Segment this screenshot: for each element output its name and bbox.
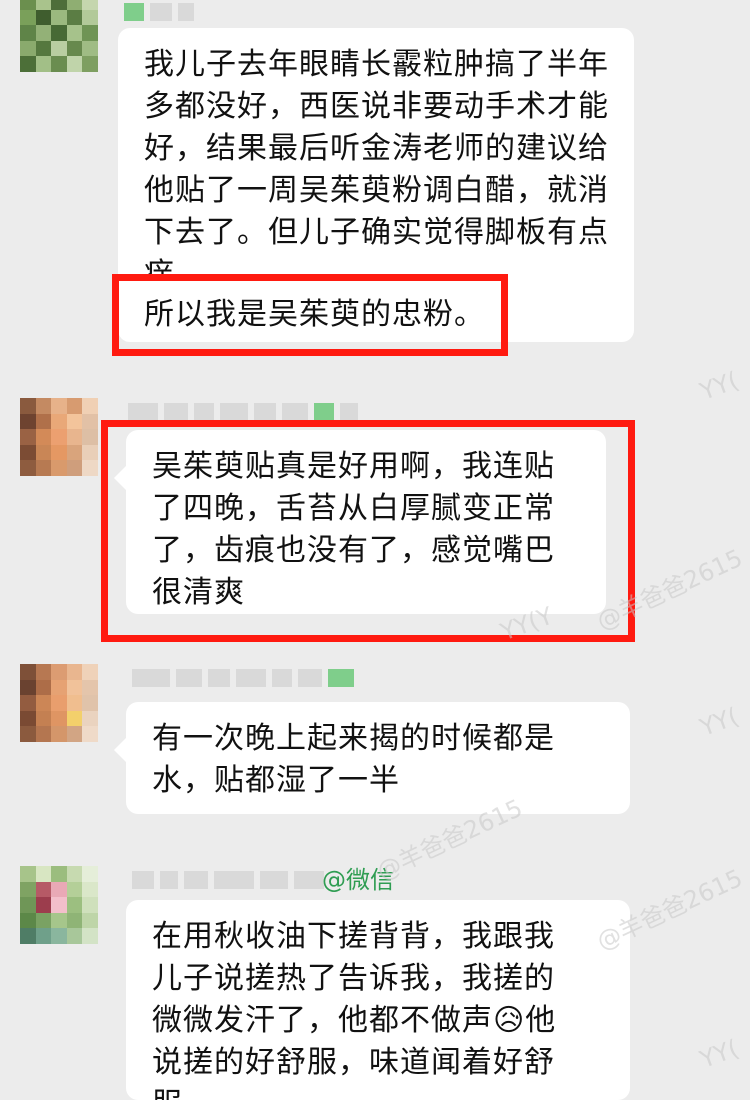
message-line: 说搓的好舒服，味道闻着好舒 <box>152 1045 555 1080</box>
sender-name-blurred <box>124 2 194 22</box>
message-line: 微微发汗了，他都不做声😥他 <box>152 1003 557 1038</box>
message-line: 他贴了一周吴茱萸粉调白醋，就消 <box>144 173 609 208</box>
message-line: 有一次晚上起来揭的时候都是 <box>152 721 555 756</box>
message-bubble[interactable]: 有一次晚上起来揭的时候都是 水，贴都湿了一半 <box>114 702 630 814</box>
watermark: YY( <box>696 1034 743 1074</box>
watermark: @羊爸爸2615 <box>592 543 747 636</box>
message-line: 所以我是吴茱萸的忠粉。 <box>144 297 485 332</box>
message-line: 好，结果最后听金涛老师的建议给 <box>144 131 609 166</box>
sender-name-blurred <box>128 402 358 422</box>
message-line: 我儿子去年眼睛长霰粒肿搞了半年 <box>144 47 609 82</box>
message-line: 多都没好，西医说非要动手术才能 <box>144 89 609 124</box>
message-bubble[interactable]: 我儿子去年眼睛长霰粒肿搞了半年 多都没好，西医说非要动手术才能 好，结果最后听金… <box>118 28 634 342</box>
message-line: 下去了。但儿子确实觉得脚板有点 <box>144 215 609 250</box>
avatar[interactable] <box>20 664 98 742</box>
message-line: 服 <box>152 1084 610 1100</box>
message-line: 了四晚，舌苔从白厚腻变正常 <box>152 491 555 526</box>
message-line: 在用秋收油下搓背背，我跟我 <box>152 919 555 954</box>
message-bubble[interactable]: 在用秋收油下搓背背，我跟我 儿子说搓热了告诉我，我搓的 微微发汗了，他都不做声😥… <box>126 900 630 1100</box>
avatar[interactable] <box>20 866 98 944</box>
sender-name-blurred <box>132 668 354 688</box>
message-line: 痒。 <box>144 257 206 276</box>
message-line: 吴茱萸贴真是好用啊，我连贴 <box>152 449 555 484</box>
watermark: YY( <box>696 366 743 406</box>
message-line: 很清爽 <box>152 575 245 610</box>
message-line: 了，齿痕也没有了，感觉嘴巴 <box>152 533 555 568</box>
avatar[interactable] <box>20 0 98 72</box>
sender-name-blurred <box>132 870 324 890</box>
watermark: YY( <box>696 702 743 742</box>
message-line: 儿子说搓热了告诉我，我搓的 <box>152 961 555 996</box>
message-line: 水，贴都湿了一半 <box>152 763 400 798</box>
message-bubble[interactable]: 吴茱萸贴真是好用啊，我连贴 了四晚，舌苔从白厚腻变正常 了，齿痕也没有了，感觉嘴… <box>114 430 606 614</box>
avatar[interactable] <box>20 398 98 476</box>
